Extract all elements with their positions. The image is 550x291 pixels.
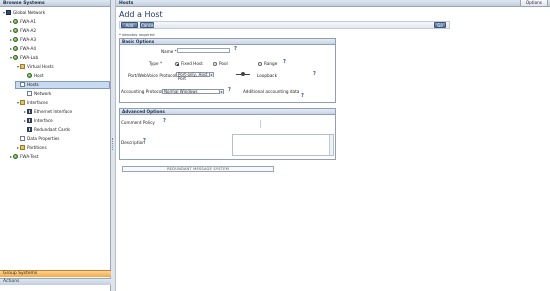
host-icon: [13, 19, 18, 24]
name-input[interactable]: [177, 48, 230, 53]
chevron-down-icon: ▾: [219, 90, 223, 94]
tree-node-label: Network: [34, 91, 52, 96]
tree-node[interactable]: ▸ Partitions: [16, 145, 47, 151]
radio-fixed-host[interactable]: [175, 62, 179, 66]
tree-node-label: FWA-Lab: [20, 55, 39, 60]
loopback-dot-icon: [241, 72, 245, 76]
chevron-down-icon: ▾: [209, 73, 213, 77]
loopback-help-icon[interactable]: ?: [313, 71, 316, 77]
tree-node[interactable]: ▾ FWA-Lab: [9, 55, 38, 61]
comment-label: Comment Policy: [121, 120, 155, 125]
tree-node-label: Interface: [34, 118, 53, 123]
add-host-button[interactable]: Add Host: [121, 22, 138, 33]
radio-range-label: Range: [264, 61, 278, 66]
textarea-scrollbar[interactable]: [329, 135, 333, 155]
host-icon: [13, 46, 18, 51]
page-icon: [20, 136, 25, 141]
type-help-icon[interactable]: ?: [283, 59, 286, 65]
basic-options-title: Basic Options: [120, 39, 335, 45]
type-label: Type *: [149, 61, 163, 66]
accordion-actions[interactable]: Actions: [0, 278, 111, 285]
page-title: Add a Host: [119, 10, 163, 19]
protocol-label: Accounting Protocol *: [121, 89, 167, 94]
host-icon: [13, 28, 18, 33]
loopback-label: Loopback: [257, 73, 277, 78]
tree-node[interactable]: ▸ Interface: [23, 118, 53, 124]
cancel-button[interactable]: Cancel: [140, 22, 155, 28]
tree-node-label: Partitions: [27, 145, 47, 150]
tree-node-label: Virtual Hosts: [27, 64, 54, 69]
options-button[interactable]: Options: [519, 0, 548, 7]
net-icon: [27, 127, 32, 132]
host-icon: [27, 73, 32, 78]
tree-node-label: Interfaces: [27, 100, 48, 105]
description-label: Description: [121, 140, 145, 145]
port-label: Port/WebVoice Protocol *: [128, 73, 180, 78]
protocol-select-value: Normal Windows: [164, 89, 198, 94]
tree-node[interactable]: Host: [23, 73, 44, 79]
radio-fixed-host-label: Fixed Host: [181, 61, 203, 66]
tree-node[interactable]: ▸ Ethernet Interface: [23, 109, 72, 115]
description-help-icon[interactable]: ?: [143, 138, 146, 144]
folder-icon: [20, 145, 25, 150]
tree-node-label: FWA-A4: [20, 46, 37, 51]
description-textarea[interactable]: [232, 134, 334, 156]
tree-node[interactable]: ▸ FWA-Test: [9, 154, 38, 160]
tree-node[interactable]: ▸ FWA-A1: [9, 19, 36, 25]
net-icon: [27, 109, 32, 114]
tree-node[interactable]: ▾ Global Network: [2, 10, 45, 16]
tree-node-label: FWA-A1: [20, 19, 37, 24]
folder-icon: [20, 100, 25, 105]
tree-node-label: Redundant Cards: [34, 127, 71, 132]
radio-pool-label: Pool: [219, 61, 228, 66]
tree-node[interactable]: ▾ Interfaces: [16, 100, 48, 106]
tree-node[interactable]: Hosts: [15, 81, 110, 89]
protocol-help-icon[interactable]: ?: [228, 87, 231, 93]
splitter-grip[interactable]: [112, 138, 115, 150]
host-icon: [13, 37, 18, 42]
host-icon: [13, 55, 18, 60]
name-label: Name *: [161, 49, 177, 54]
tree-node-label: FWA-A2: [20, 28, 37, 33]
host-icon: [13, 154, 18, 159]
tree-node[interactable]: ▾ Virtual Hosts: [16, 64, 54, 70]
tree-node-label: Hosts: [27, 82, 39, 87]
tree-node-label: FWA-Test: [20, 154, 39, 159]
system-tree[interactable]: ▾ Global Network ▸ FWA-A1 ▸ FWA-A2 ▸ FWA-A3 ▸ FWA…: [0, 8, 110, 266]
page-icon: [20, 82, 25, 87]
extra-label: Additional accounting data: [243, 89, 300, 94]
sidebar-header: Browse Systems: [0, 0, 110, 7]
go-button[interactable]: Go: [434, 22, 446, 28]
comment-help-icon[interactable]: ?: [163, 118, 166, 124]
tree-node-label: Global Network: [13, 10, 46, 15]
tree-node[interactable]: Data Properties: [16, 136, 60, 142]
protocol-select[interactable]: Normal Windows ▾: [162, 89, 224, 94]
tree-node[interactable]: ▸ FWA-A4: [9, 46, 36, 52]
required-note: * denotes required: [119, 32, 155, 37]
sidebar: Browse Systems ▾ Global Network ▸ FWA-A1 ▸ FW…: [0, 0, 111, 291]
tree-node[interactable]: Network: [23, 91, 51, 97]
comment-divider: [260, 120, 261, 128]
tree-node[interactable]: ▸ FWA-A3: [9, 37, 36, 43]
tree-node-label: FWA-A3: [20, 37, 37, 42]
tree-node-label: Host: [34, 73, 44, 78]
main-header: Hosts: [116, 0, 550, 7]
tree-node-label: Ethernet Interface: [34, 109, 73, 114]
radio-pool[interactable]: [213, 62, 217, 66]
name-help-icon[interactable]: ?: [234, 46, 237, 52]
redundant-message-bar[interactable]: REDUNDANT MESSAGE SYSTEM: [122, 166, 274, 172]
extra-help-icon[interactable]: ?: [301, 93, 304, 99]
radio-range[interactable]: [258, 62, 262, 66]
tree-node[interactable]: ▸ FWA-A2: [9, 28, 36, 34]
accordion-group-systems[interactable]: Group Systems: [0, 270, 111, 277]
command-bar: [119, 21, 450, 29]
page-icon: [27, 91, 32, 96]
tree-node-label: Data Properties: [27, 136, 60, 141]
root-icon: [6, 10, 11, 15]
net-icon: [27, 118, 32, 123]
advanced-options-title: Advanced Options: [120, 109, 335, 115]
port-select[interactable]: Port-only, Host Port ▾: [176, 72, 214, 81]
folder-icon: [20, 64, 25, 69]
tree-node[interactable]: Redundant Cards: [23, 127, 70, 133]
